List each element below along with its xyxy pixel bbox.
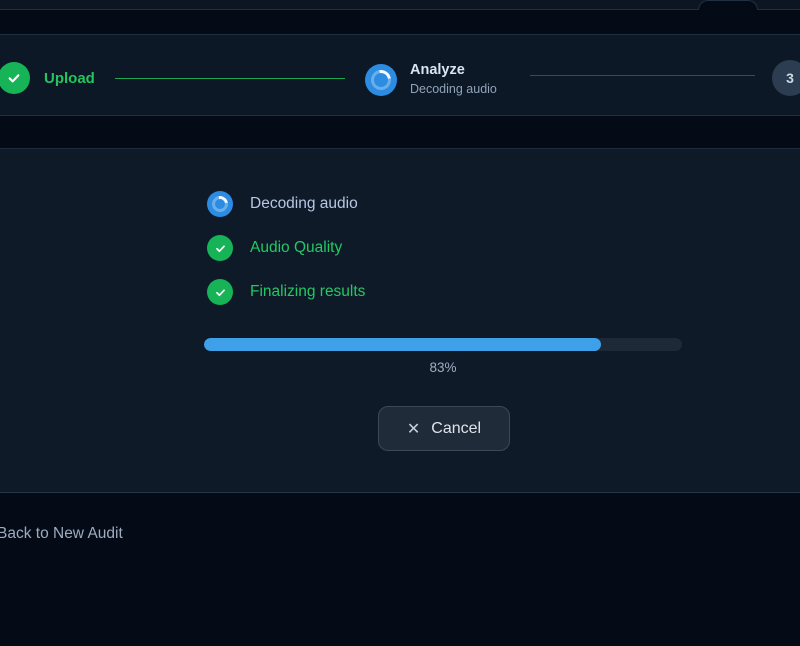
stepper-step-analyze: Analyze Decoding audio: [365, 62, 497, 97]
stepper-step-upload: Upload: [0, 62, 95, 94]
task-row-audio-quality: Audio Quality: [207, 235, 365, 261]
step-upload-label: Upload: [44, 70, 95, 87]
progress-bar: [204, 338, 682, 351]
progress-stepper: Upload Analyze Decoding audio 3: [0, 34, 800, 116]
task-label: Decoding audio: [250, 195, 358, 213]
close-icon: ✕: [407, 419, 420, 439]
spinner-icon: [207, 191, 233, 217]
stepper-connector-complete: [115, 78, 345, 79]
progress-percent-label: 83%: [204, 360, 682, 375]
stepper-connector-upcoming: [530, 75, 755, 76]
progress-fill: [204, 338, 601, 351]
task-label: Finalizing results: [250, 283, 365, 301]
check-circle-icon: [0, 62, 30, 94]
step-analyze-label: Analyze: [410, 62, 497, 79]
spinner-icon: [365, 64, 397, 96]
check-circle-icon: [207, 235, 233, 261]
back-to-new-audit-link[interactable]: Back to New Audit: [0, 525, 123, 543]
analysis-progress-panel: Decoding audio Audio Quality Finalizing …: [0, 148, 800, 493]
top-browser-bar: [0, 0, 800, 10]
cancel-button[interactable]: ✕ Cancel: [378, 406, 510, 451]
task-label: Audio Quality: [250, 239, 342, 257]
task-row-finalizing-results: Finalizing results: [207, 279, 365, 305]
step-analyze-sublabel: Decoding audio: [410, 82, 497, 97]
cancel-button-label: Cancel: [431, 420, 481, 438]
task-list: Decoding audio Audio Quality Finalizing …: [207, 191, 365, 305]
topbar-notch: [698, 0, 758, 10]
check-circle-icon: [207, 279, 233, 305]
task-row-decoding-audio: Decoding audio: [207, 191, 365, 217]
stepper-step-3-badge: 3: [772, 60, 800, 96]
